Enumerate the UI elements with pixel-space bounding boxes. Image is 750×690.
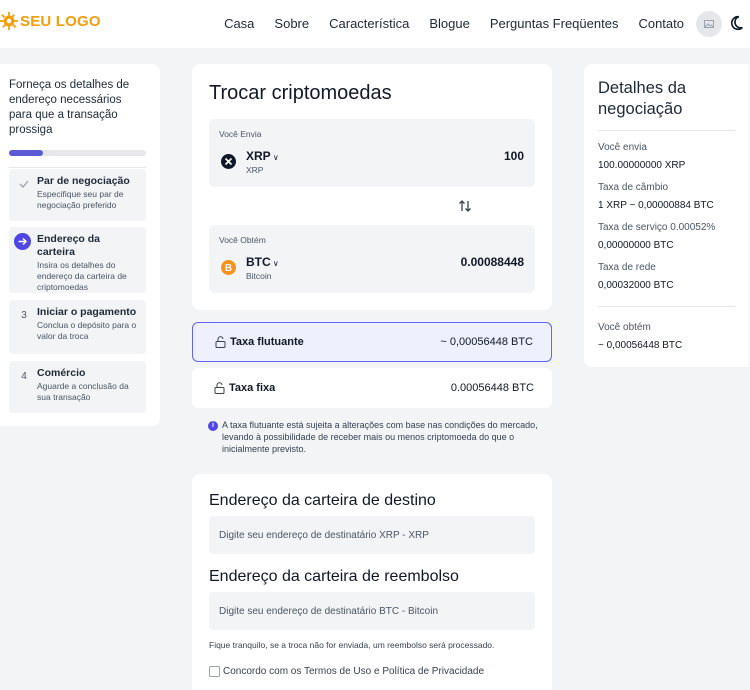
top-navbar: SEU LOGO Casa Sobre Característica Blogu… — [0, 0, 750, 48]
step-title: Comércio — [37, 367, 86, 379]
btc-coin-icon: B — [221, 260, 236, 275]
avatar[interactable] — [696, 11, 722, 37]
lock-open-icon — [214, 382, 225, 394]
floating-rate-value: ~ 0,00056448 BTC — [440, 336, 533, 348]
logo-text: SEU LOGO — [20, 12, 101, 30]
step-title: Par de negociação — [37, 175, 130, 187]
step-description: Insira os detalhes do endereço da cartei… — [37, 260, 127, 292]
detail-value-send: 100.00000000 XRP — [598, 160, 686, 171]
image-placeholder-icon — [704, 20, 714, 28]
logo[interactable]: SEU LOGO — [0, 12, 101, 30]
detail-value-network-fee: 0,00032000 BTC — [598, 280, 674, 291]
svg-text:B: B — [225, 263, 232, 274]
step-start-payment[interactable]: 3 Iniciar o pagamento Conclua o depósito… — [9, 300, 146, 354]
info-icon: i — [208, 421, 218, 431]
swap-vertical-icon[interactable] — [455, 199, 475, 213]
step-title: Iniciar o pagamento — [37, 306, 137, 318]
detail-value-service-fee: 0,00000000 BTC — [598, 240, 674, 251]
nav-contato[interactable]: Contato — [638, 16, 684, 31]
receive-coin-name: Bitcoin — [246, 271, 272, 281]
step-description: Especifique seu par de negociação prefer… — [37, 189, 124, 210]
address-card: Endereço da carteira de destino Endereço… — [192, 474, 552, 690]
terms-checkbox[interactable] — [209, 666, 220, 677]
send-symbol: XRP — [246, 149, 271, 163]
detail-label-send: Você envia — [598, 142, 647, 153]
receive-box: Você Obtém B BTC ∨ Bitcoin 0.00088448 — [209, 225, 535, 293]
chevron-down-icon: ∨ — [270, 259, 279, 268]
destination-address-title: Endereço da carteira de destino — [209, 492, 436, 509]
receive-currency-select[interactable]: BTC ∨ — [246, 255, 279, 269]
send-currency-select[interactable]: XRP ∨ — [246, 149, 279, 163]
steps-intro-text: Forneça os detalhes de endereço necessár… — [9, 79, 130, 136]
detail-label-receive: Você obtém — [598, 322, 651, 333]
send-amount-input[interactable]: 100 — [504, 149, 524, 163]
refund-note: Fique tranquilo, se a troca não for envi… — [209, 640, 495, 650]
progress-bar — [9, 150, 146, 156]
step-trade[interactable]: 4 Comércio Aguarde a conclusão da sua tr… — [9, 361, 146, 413]
arrow-right-circle-icon — [14, 233, 31, 250]
step-wallet-address[interactable]: Endereço da carteira Insira os detalhes … — [9, 227, 146, 293]
floating-rate-label: Taxa flutuante — [230, 336, 304, 348]
gear-logo-icon — [0, 12, 18, 30]
step-number: 3 — [21, 309, 27, 321]
receive-amount: 0.00088448 — [460, 255, 524, 269]
step-description: Conclua o depósito para o valor da troca — [37, 320, 137, 341]
note-text: A taxa flutuante está sujeita a alteraçõ… — [222, 420, 538, 454]
divider — [598, 130, 735, 131]
details-title: Detalhes da negociação — [598, 79, 687, 118]
divider — [9, 167, 146, 168]
detail-value-receive: ~ 0,00056448 BTC — [598, 340, 683, 351]
send-box: Você Envia XRP ∨ XRP 100 — [209, 119, 535, 187]
detail-label-service-fee: Taxa de serviço 0.00052% — [598, 222, 716, 233]
step-number: 4 — [21, 370, 27, 382]
nav-blogue[interactable]: Blogue — [429, 16, 469, 31]
detail-label-exchange-rate: Taxa de câmbio — [598, 182, 669, 193]
check-icon — [17, 177, 31, 191]
fixed-rate-option[interactable]: Taxa fixa 0.00056448 BTC — [192, 368, 552, 408]
progress-bar-fill — [9, 150, 44, 156]
refund-address-input[interactable] — [209, 592, 535, 630]
nav-caracteristica[interactable]: Característica — [329, 16, 409, 31]
divider — [598, 306, 735, 307]
nav-sobre[interactable]: Sobre — [274, 16, 309, 31]
receive-symbol: BTC — [246, 255, 271, 269]
trade-details-panel: Detalhes da negociação Você envia 100.00… — [584, 64, 749, 367]
dark-mode-moon-icon[interactable] — [728, 14, 746, 32]
swap-title: Trocar criptomoedas — [209, 82, 392, 104]
fixed-rate-label: Taxa fixa — [229, 382, 276, 394]
receive-label: Você Obtém — [219, 235, 266, 245]
step-title: Endereço da carteira — [37, 233, 101, 258]
chevron-down-icon: ∨ — [270, 153, 279, 162]
floating-rate-note: i A taxa flutuante está sujeita a altera… — [208, 419, 538, 455]
fixed-rate-value: 0.00056448 BTC — [450, 382, 534, 394]
send-label: Você Envia — [219, 129, 262, 139]
detail-value-exchange-rate: 1 XRP ~ 0,00000884 BTC — [598, 200, 714, 211]
lock-open-icon — [215, 336, 226, 348]
nav-faq[interactable]: Perguntas Freqüentes — [490, 16, 619, 31]
nav-casa[interactable]: Casa — [224, 16, 254, 31]
terms-checkbox-label[interactable]: Concordo com os Termos de Uso e Política… — [209, 666, 484, 677]
swap-card: Trocar criptomoedas Você Envia XRP ∨ XRP… — [192, 64, 552, 310]
refund-address-title: Endereço da carteira de reembolso — [209, 568, 459, 585]
terms-text: Concordo com os Termos de Uso e Política… — [223, 666, 485, 677]
floating-rate-option[interactable]: Taxa flutuante ~ 0,00056448 BTC — [192, 322, 552, 362]
step-trading-pair[interactable]: Par de negociação Especifique seu par de… — [9, 169, 146, 221]
xrp-coin-icon — [221, 154, 236, 169]
main-nav: Casa Sobre Característica Blogue Pergunt… — [224, 16, 684, 31]
detail-label-network-fee: Taxa de rede — [598, 262, 656, 273]
step-description: Aguarde a conclusão da sua transação — [37, 381, 129, 402]
destination-address-input[interactable] — [209, 516, 535, 554]
send-coin-name: XRP — [246, 165, 264, 175]
